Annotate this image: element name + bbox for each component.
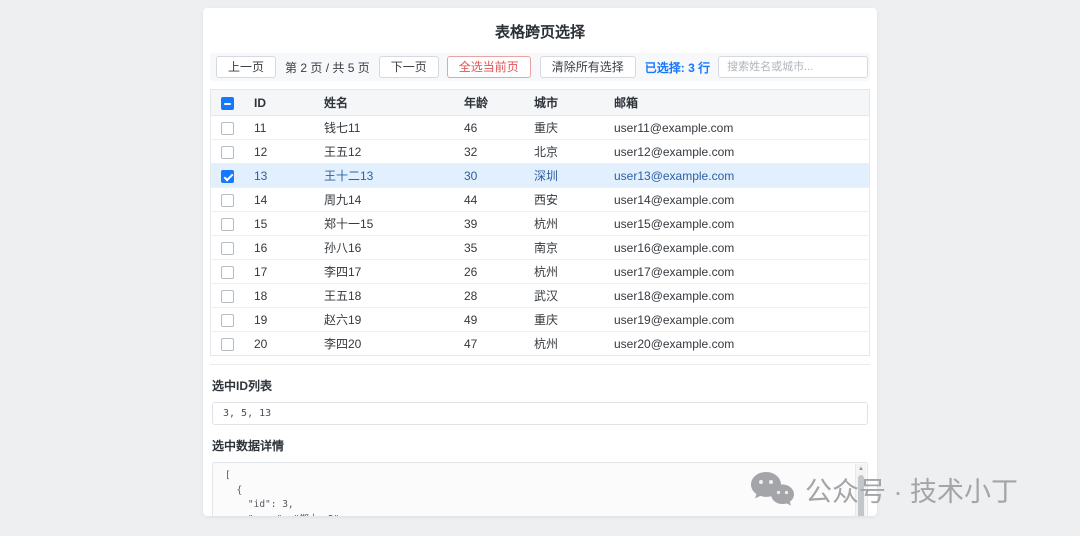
cell-email: user15@example.com	[604, 212, 870, 236]
selection-actions-group: 全选当前页 清除所有选择 已选择: 3 行	[447, 56, 710, 78]
cell-age: 35	[454, 236, 524, 260]
row-checkbox[interactable]	[221, 146, 234, 159]
select-all-current-page-button[interactable]: 全选当前页	[447, 56, 531, 78]
cell-email: user17@example.com	[604, 260, 870, 284]
cell-age: 26	[454, 260, 524, 284]
cell-age: 28	[454, 284, 524, 308]
table-row[interactable]: 12王五1232北京user12@example.com	[211, 140, 870, 164]
cell-city: 南京	[524, 236, 604, 260]
table-row[interactable]: 18王五1828武汉user18@example.com	[211, 284, 870, 308]
data-table: ID 姓名 年龄 城市 邮箱 11钱七1146重庆user11@example.…	[210, 89, 870, 356]
cell-name: 王五18	[314, 284, 454, 308]
cell-id: 19	[244, 308, 314, 332]
clear-all-selection-button[interactable]: 清除所有选择	[540, 56, 636, 78]
cell-name: 李四20	[314, 332, 454, 356]
selected-ids-value: 3, 5, 13	[212, 402, 868, 425]
cell-email: user13@example.com	[604, 164, 870, 188]
table-row[interactable]: 13王十二1330深圳user13@example.com	[211, 164, 870, 188]
cell-city: 杭州	[524, 260, 604, 284]
row-checkbox[interactable]	[221, 218, 234, 231]
cell-city: 杭州	[524, 212, 604, 236]
cell-id: 11	[244, 116, 314, 140]
row-checkbox[interactable]	[221, 266, 234, 279]
cell-age: 32	[454, 140, 524, 164]
cell-email: user11@example.com	[604, 116, 870, 140]
cell-id: 17	[244, 260, 314, 284]
table-row[interactable]: 20李四2047杭州user20@example.com	[211, 332, 870, 356]
row-checkbox[interactable]	[221, 290, 234, 303]
column-header-email: 邮箱	[604, 90, 870, 116]
cell-id: 13	[244, 164, 314, 188]
watermark-text: 公众号 · 技术小丁	[805, 470, 1018, 509]
cell-age: 46	[454, 116, 524, 140]
toolbar: 上一页 第 2 页 / 共 5 页 下一页 全选当前页 清除所有选择 已选择: …	[210, 53, 870, 81]
table-row[interactable]: 19赵六1949重庆user19@example.com	[211, 308, 870, 332]
column-header-city: 城市	[524, 90, 604, 116]
row-checkbox[interactable]	[221, 242, 234, 255]
cell-age: 44	[454, 188, 524, 212]
page-title: 表格跨页选择	[210, 8, 870, 53]
table-row[interactable]: 14周九1444西安user14@example.com	[211, 188, 870, 212]
pagination-group: 上一页 第 2 页 / 共 5 页 下一页	[216, 56, 439, 78]
column-header-age: 年龄	[454, 90, 524, 116]
cell-email: user19@example.com	[604, 308, 870, 332]
row-checkbox[interactable]	[221, 314, 234, 327]
table-selection-card: 表格跨页选择 上一页 第 2 页 / 共 5 页 下一页 全选当前页 清除所有选…	[203, 8, 877, 516]
selected-count-label: 已选择: 3 行	[645, 59, 710, 76]
cell-age: 47	[454, 332, 524, 356]
column-header-id: ID	[244, 90, 314, 116]
cell-name: 李四17	[314, 260, 454, 284]
cell-age: 39	[454, 212, 524, 236]
cell-age: 30	[454, 164, 524, 188]
cell-city: 重庆	[524, 308, 604, 332]
cell-name: 钱七11	[314, 116, 454, 140]
cell-city: 杭州	[524, 332, 604, 356]
cell-name: 赵六19	[314, 308, 454, 332]
cell-city: 西安	[524, 188, 604, 212]
prev-page-button[interactable]: 上一页	[216, 56, 276, 78]
cell-id: 12	[244, 140, 314, 164]
table-row[interactable]: 17李四1726杭州user17@example.com	[211, 260, 870, 284]
cell-name: 王五12	[314, 140, 454, 164]
page-info: 第 2 页 / 共 5 页	[285, 59, 370, 76]
select-all-checkbox[interactable]	[221, 97, 234, 110]
cell-id: 20	[244, 332, 314, 356]
cell-email: user12@example.com	[604, 140, 870, 164]
row-checkbox[interactable]	[221, 170, 234, 183]
cell-city: 武汉	[524, 284, 604, 308]
cell-name: 周九14	[314, 188, 454, 212]
cell-city: 北京	[524, 140, 604, 164]
next-page-button[interactable]: 下一页	[379, 56, 439, 78]
cell-id: 15	[244, 212, 314, 236]
search-input[interactable]	[718, 56, 868, 78]
selected-details-title: 选中数据详情	[212, 437, 868, 454]
cell-email: user20@example.com	[604, 332, 870, 356]
cell-name: 郑十一15	[314, 212, 454, 236]
wechat-icon	[750, 471, 794, 509]
table-row[interactable]: 15郑十一1539杭州user15@example.com	[211, 212, 870, 236]
cell-city: 重庆	[524, 116, 604, 140]
table-header: ID 姓名 年龄 城市 邮箱	[211, 90, 870, 116]
cell-id: 18	[244, 284, 314, 308]
cell-city: 深圳	[524, 164, 604, 188]
selected-ids-title: 选中ID列表	[212, 377, 868, 394]
search-group: 搜索 清除	[718, 56, 877, 78]
row-checkbox[interactable]	[221, 122, 234, 135]
table-row[interactable]: 11钱七1146重庆user11@example.com	[211, 116, 870, 140]
table-row[interactable]: 16孙八1635南京user16@example.com	[211, 236, 870, 260]
cell-email: user18@example.com	[604, 284, 870, 308]
cell-email: user14@example.com	[604, 188, 870, 212]
cell-id: 16	[244, 236, 314, 260]
cell-name: 孙八16	[314, 236, 454, 260]
cell-id: 14	[244, 188, 314, 212]
column-header-name: 姓名	[314, 90, 454, 116]
row-checkbox[interactable]	[221, 338, 234, 351]
watermark: 公众号 · 技术小丁	[750, 470, 1018, 509]
cell-age: 49	[454, 308, 524, 332]
table-body: 11钱七1146重庆user11@example.com12王五1232北京us…	[211, 116, 870, 356]
row-checkbox[interactable]	[221, 194, 234, 207]
cell-name: 王十二13	[314, 164, 454, 188]
cell-email: user16@example.com	[604, 236, 870, 260]
